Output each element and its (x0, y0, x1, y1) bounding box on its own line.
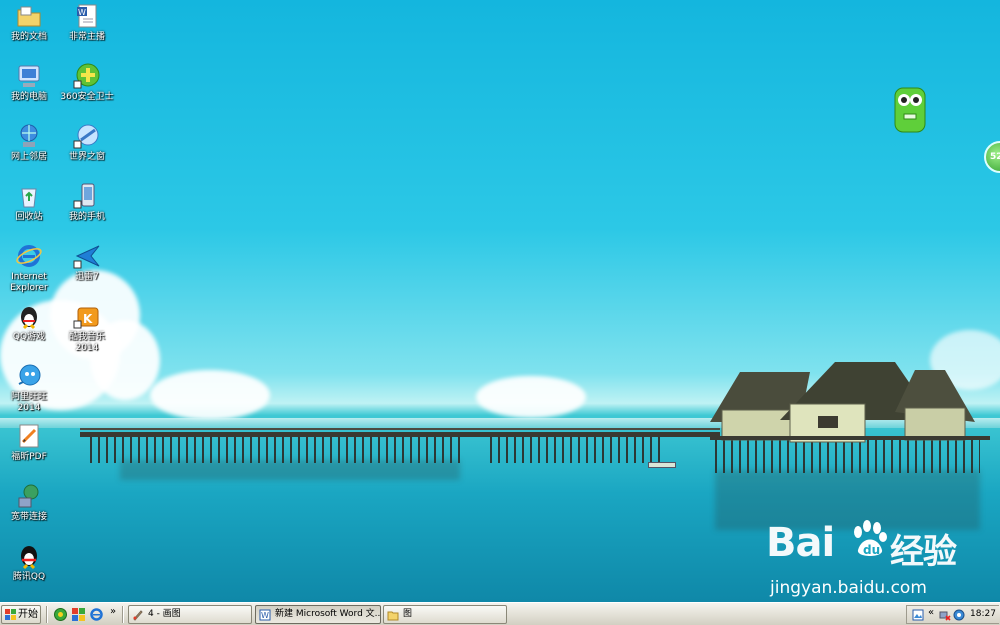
music-box-icon: K (73, 307, 99, 329)
folder-icon (17, 6, 41, 27)
side-float-widget[interactable]: 52 (984, 141, 1000, 173)
task-label: 图 (403, 609, 413, 619)
icon-label: 福昕PDF (11, 452, 47, 462)
task-button-folder[interactable]: 图 (383, 605, 507, 624)
task-label: 新建 Microsoft Word 文... (275, 609, 381, 619)
desktop-icon-my-documents[interactable]: 我的文档 (0, 2, 58, 43)
baidu-jingyan-watermark: Bai du 经验 jingyan.baidu.com (766, 520, 986, 600)
desktop-icon-kugou-music[interactable]: K 酷我音乐 2014 (58, 302, 116, 354)
network-disconnected-icon[interactable] (939, 609, 951, 621)
system-tray: « 18:27 (906, 605, 999, 624)
quicklaunch-360-browser-icon[interactable] (53, 607, 68, 622)
paw-icon: du (854, 520, 887, 557)
qq-penguin-icon (21, 307, 37, 330)
security-tray-icon[interactable] (953, 609, 965, 621)
start-button[interactable]: 开始 (1, 605, 41, 624)
clock[interactable]: 18:27 (970, 606, 996, 623)
desktop-icon-word-doc[interactable]: W 非常主播 (58, 2, 116, 43)
computer-icon (18, 65, 40, 87)
watermark-url: jingyan.baidu.com (770, 578, 927, 598)
desktop-icon-aliwangwang[interactable]: 阿里旺旺 2014 (0, 362, 58, 414)
icon-label: 迅雷7 (75, 272, 99, 282)
tray-expand-button[interactable]: « (928, 607, 934, 618)
start-label: 开始 (18, 609, 38, 620)
desktop-icon-qq-game[interactable]: QQ游戏 (0, 302, 58, 343)
desktop-icon-network[interactable]: 网上邻居 (0, 122, 58, 163)
desktop-icon-foxit-pdf[interactable]: 福昕PDF (0, 422, 58, 463)
desktop-icon-broadband[interactable]: 宽带连接 (0, 482, 58, 523)
icon-label: 我的电脑 (10, 92, 47, 102)
taskbar-separator (46, 606, 48, 623)
cloud (476, 376, 586, 418)
desktop-icon-xunlei[interactable]: 迅雷7 (58, 242, 116, 283)
cloud (150, 370, 270, 420)
pier-piles (490, 437, 660, 463)
taskbar: 开始 » 4 - 画图 W 新建 Microsoft Word 文... 图 «… (0, 602, 1000, 625)
recycle-bin-icon (21, 188, 37, 208)
task-button-paint[interactable]: 4 - 画图 (128, 605, 252, 624)
icon-label: 回收站 (15, 212, 43, 222)
icon-label: 网上邻居 (10, 152, 47, 162)
pier-rail (80, 428, 720, 430)
stilt-huts (710, 362, 990, 443)
phone-icon (73, 183, 95, 209)
icon-label: 腾讯QQ (12, 572, 46, 582)
watermark-brand: Bai (766, 520, 835, 566)
icon-label: 阿里旺旺 2014 (10, 392, 47, 413)
icon-label: 宽带连接 (10, 512, 47, 522)
task-label: 4 - 画图 (148, 609, 181, 619)
svg-text:du: du (863, 543, 880, 557)
quicklaunch-ie-icon[interactable] (89, 607, 104, 622)
desktop-background: 我的文档 我的电脑 网上邻居 回收站 Internet Explorer QQ游… (0, 0, 1000, 602)
icon-label: 我的手机 (68, 212, 105, 222)
svg-text:K: K (83, 312, 93, 326)
tray-picture-icon[interactable] (912, 609, 924, 621)
icon-label: QQ游戏 (12, 332, 46, 342)
desktop-icon-world-window[interactable]: 世界之窗 (58, 122, 116, 163)
svg-text:W: W (78, 8, 86, 17)
desktop-icon-360-security[interactable]: 360安全卫士 (58, 62, 116, 103)
network-icon (20, 124, 38, 147)
folder-icon (387, 611, 399, 621)
mascot-widget-icon[interactable] (891, 84, 929, 136)
qq-penguin-icon (21, 546, 37, 570)
task-button-word[interactable]: W 新建 Microsoft Word 文... (255, 605, 381, 624)
icon-label: 非常主播 (68, 32, 105, 42)
icon-label: 世界之窗 (68, 152, 105, 162)
icon-label: 酷我音乐 2014 (68, 332, 105, 353)
word-document-icon: W (77, 4, 97, 28)
watermark-brand-tail: 经验 (890, 532, 957, 572)
taskbar-separator (122, 606, 124, 623)
small-boat (648, 462, 676, 468)
quicklaunch-more-button[interactable]: » (110, 606, 116, 617)
desktop-icon-internet-explorer[interactable]: Internet Explorer (0, 242, 58, 294)
icon-label: 我的文档 (10, 32, 47, 42)
xunlei-bird-icon (73, 245, 100, 269)
360-shield-icon (73, 63, 100, 89)
pdf-icon (19, 424, 39, 448)
word-icon: W (259, 609, 271, 621)
quicklaunch-colorful-app-icon[interactable] (71, 607, 86, 622)
icon-label: Internet Explorer (10, 272, 48, 293)
internet-explorer-icon (16, 245, 42, 267)
svg-text:W: W (261, 611, 269, 620)
water-reflection (120, 460, 460, 480)
desktop-icon-my-phone[interactable]: 我的手机 (58, 182, 116, 223)
desktop-icon-tencent-qq[interactable]: 腾讯QQ (0, 542, 58, 583)
windows-flag-icon (5, 609, 16, 620)
desktop-icon-my-computer[interactable]: 我的电脑 (0, 62, 58, 103)
icon-label: 360安全卫士 (60, 92, 114, 102)
aliwangwang-icon (18, 364, 41, 386)
broadband-icon (18, 484, 39, 508)
desktop-icon-recycle-bin[interactable]: 回收站 (0, 182, 58, 223)
globe-browser-icon (73, 124, 99, 149)
paint-icon (133, 610, 143, 621)
